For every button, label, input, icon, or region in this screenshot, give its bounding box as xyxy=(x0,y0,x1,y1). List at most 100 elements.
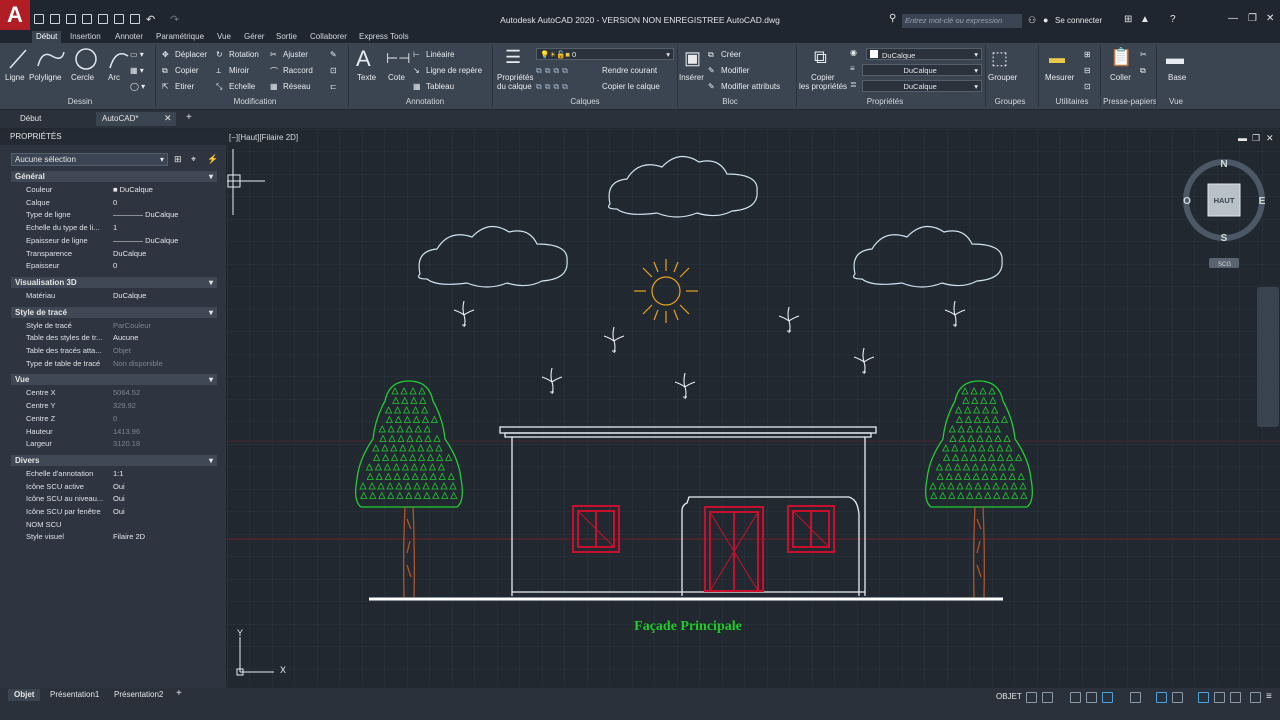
insert-button[interactable]: Insérer xyxy=(679,73,704,82)
property-value[interactable]: ———— DuCalque xyxy=(113,210,178,219)
property-value[interactable]: 329.92 xyxy=(113,401,136,410)
tab-express-tools[interactable]: Express Tools xyxy=(355,31,413,43)
section-header[interactable]: Vue ▾ xyxy=(11,374,217,386)
otrack-icon[interactable] xyxy=(1130,692,1141,703)
layout-tab-1[interactable]: Présentation1 xyxy=(44,689,105,701)
move-button[interactable]: Déplacer xyxy=(175,50,207,59)
close-icon[interactable]: ✕ xyxy=(1266,13,1274,24)
panel-utilities-title[interactable]: Utilitaires xyxy=(1042,97,1102,108)
stretch-button[interactable]: Etirer xyxy=(175,82,194,91)
panel-groups-title[interactable]: Groupes xyxy=(985,97,1035,108)
viewport-controls[interactable]: [−][Haut][Filaire 2D] xyxy=(229,133,298,142)
ellipse-button[interactable]: ◯ ▾ xyxy=(130,82,145,91)
binoculars-icon[interactable]: ⚇ xyxy=(1028,15,1036,26)
viewcube-west[interactable]: O xyxy=(1183,196,1191,207)
paste-button[interactable]: Coller xyxy=(1110,73,1131,82)
util-icon-2[interactable]: ⊟ xyxy=(1084,66,1091,75)
grid-icon[interactable] xyxy=(1026,692,1037,703)
tab-parametrique[interactable]: Paramétrique xyxy=(152,31,208,43)
scale-button[interactable]: Echelle xyxy=(229,82,255,91)
array-button[interactable]: Réseau xyxy=(283,82,311,91)
mirror-button[interactable]: Miroir xyxy=(229,66,249,75)
linear-button[interactable]: Linéaire xyxy=(426,50,454,59)
property-value[interactable]: Non disponible xyxy=(113,359,163,368)
close-tab-icon[interactable]: ✕ xyxy=(164,113,172,124)
cut-icon[interactable]: ✂ xyxy=(1140,50,1147,59)
edit-attr-button[interactable]: Modifier attributs xyxy=(721,82,780,91)
navigation-bar[interactable] xyxy=(1257,287,1279,427)
save-web-icon[interactable] xyxy=(114,14,124,24)
panel-draw-title[interactable]: Dessin xyxy=(40,97,120,108)
tab-collaborer[interactable]: Collaborer xyxy=(306,31,351,43)
property-value[interactable]: DuCalque xyxy=(113,249,146,258)
customize-icon[interactable]: ≡ xyxy=(1266,691,1272,702)
exchange-icon[interactable]: ▲ xyxy=(1140,14,1150,25)
property-value[interactable]: 5064.52 xyxy=(113,388,140,397)
tab-insertion[interactable]: Insertion xyxy=(66,31,105,43)
plot-icon[interactable] xyxy=(130,14,140,24)
property-value[interactable]: 1 xyxy=(113,223,117,232)
property-value[interactable]: 0 xyxy=(113,261,117,270)
undo-icon[interactable]: ↶ xyxy=(146,13,155,26)
ucs-menu[interactable]: SCG xyxy=(1218,262,1231,268)
signin-link[interactable]: Se connecter xyxy=(1055,16,1102,25)
property-value[interactable]: Oui xyxy=(113,494,125,503)
isolate-icon[interactable] xyxy=(1214,692,1225,703)
search-icon[interactable]: ⚲ xyxy=(889,13,896,24)
erase-icon[interactable]: ✎ xyxy=(330,50,337,59)
panel-modify-title[interactable]: Modification xyxy=(200,97,310,108)
drawing-canvas[interactable]: Façade Principale Y X HAUT N S E O SCG xyxy=(227,129,1280,687)
panel-layers-title[interactable]: Calques xyxy=(550,97,620,108)
property-value[interactable]: Oui xyxy=(113,482,125,491)
layout-tab-2[interactable]: Présentation2 xyxy=(108,689,169,701)
open-icon[interactable] xyxy=(50,14,60,24)
redo-icon[interactable]: ↷ xyxy=(170,13,179,26)
layer-props-button-2[interactable]: du calque xyxy=(497,82,532,91)
polar-icon[interactable] xyxy=(1086,692,1097,703)
leader-button[interactable]: Ligne de repère xyxy=(426,66,482,75)
rectangle-button[interactable]: ▭ ▾ xyxy=(130,50,144,59)
util-icon-1[interactable]: ⊞ xyxy=(1084,50,1091,59)
copy-button[interactable]: Copier xyxy=(175,66,199,75)
hardware-accel-icon[interactable] xyxy=(1230,692,1241,703)
viewcube-top-label[interactable]: HAUT xyxy=(1214,196,1235,205)
property-value[interactable]: 3120.18 xyxy=(113,439,140,448)
drawing-svg[interactable]: Façade Principale Y X HAUT N S E O SCG xyxy=(227,129,1280,687)
help-icon[interactable]: ? xyxy=(1170,14,1176,25)
arc-button[interactable]: Arc xyxy=(108,73,120,82)
panel-annotation-title[interactable]: Annotation xyxy=(380,97,470,108)
panel-properties-title[interactable]: Propriétés xyxy=(850,97,920,108)
trim-button[interactable]: Ajuster xyxy=(283,50,308,59)
property-value[interactable]: DuCalque xyxy=(113,291,146,300)
property-value[interactable]: 0 xyxy=(113,198,117,207)
panel-view-title[interactable]: Vue xyxy=(1156,97,1196,108)
property-value[interactable]: 0 xyxy=(113,414,117,423)
table-button[interactable]: Tableau xyxy=(426,82,454,91)
restore-icon[interactable]: ❐ xyxy=(1248,13,1257,24)
osnap-icon[interactable] xyxy=(1102,692,1113,703)
edit-block-button[interactable]: Modifier xyxy=(721,66,749,75)
section-header[interactable]: Divers ▾ xyxy=(11,454,217,466)
explode-icon[interactable]: ⊡ xyxy=(330,66,337,75)
new-icon[interactable] xyxy=(34,14,44,24)
property-value[interactable]: 1413.96 xyxy=(113,427,140,436)
section-header[interactable]: Général ▾ xyxy=(11,171,217,182)
measure-button[interactable]: Mesurer xyxy=(1045,73,1074,82)
layout-tab-model[interactable]: Objet xyxy=(8,689,41,701)
property-value[interactable]: ———— DuCalque xyxy=(113,236,178,245)
annotation-scale-icon[interactable] xyxy=(1172,692,1183,703)
vp-close-icon[interactable]: ✕ xyxy=(1266,133,1274,144)
selection-combo[interactable]: Aucune sélection ▾ xyxy=(11,153,168,166)
minimize-icon[interactable]: — xyxy=(1228,13,1238,24)
toggle-pickadd-icon[interactable]: ⊞ xyxy=(174,154,182,165)
property-value[interactable]: Oui xyxy=(113,507,125,516)
save-icon[interactable] xyxy=(66,14,76,24)
line-button[interactable]: Ligne xyxy=(5,73,25,82)
search-input[interactable]: Entrez mot-clé ou expression xyxy=(902,14,1022,28)
quick-select-icon[interactable]: ⚡ xyxy=(207,154,218,165)
property-value[interactable]: ■ DuCalque xyxy=(113,185,153,194)
snap-icon[interactable] xyxy=(1042,692,1053,703)
hatch-button[interactable]: ▦ ▾ xyxy=(130,66,144,75)
linetype-combo[interactable]: DuCalque ▾ xyxy=(862,64,982,76)
copy-layer-button[interactable]: Copier le calque xyxy=(602,82,660,91)
